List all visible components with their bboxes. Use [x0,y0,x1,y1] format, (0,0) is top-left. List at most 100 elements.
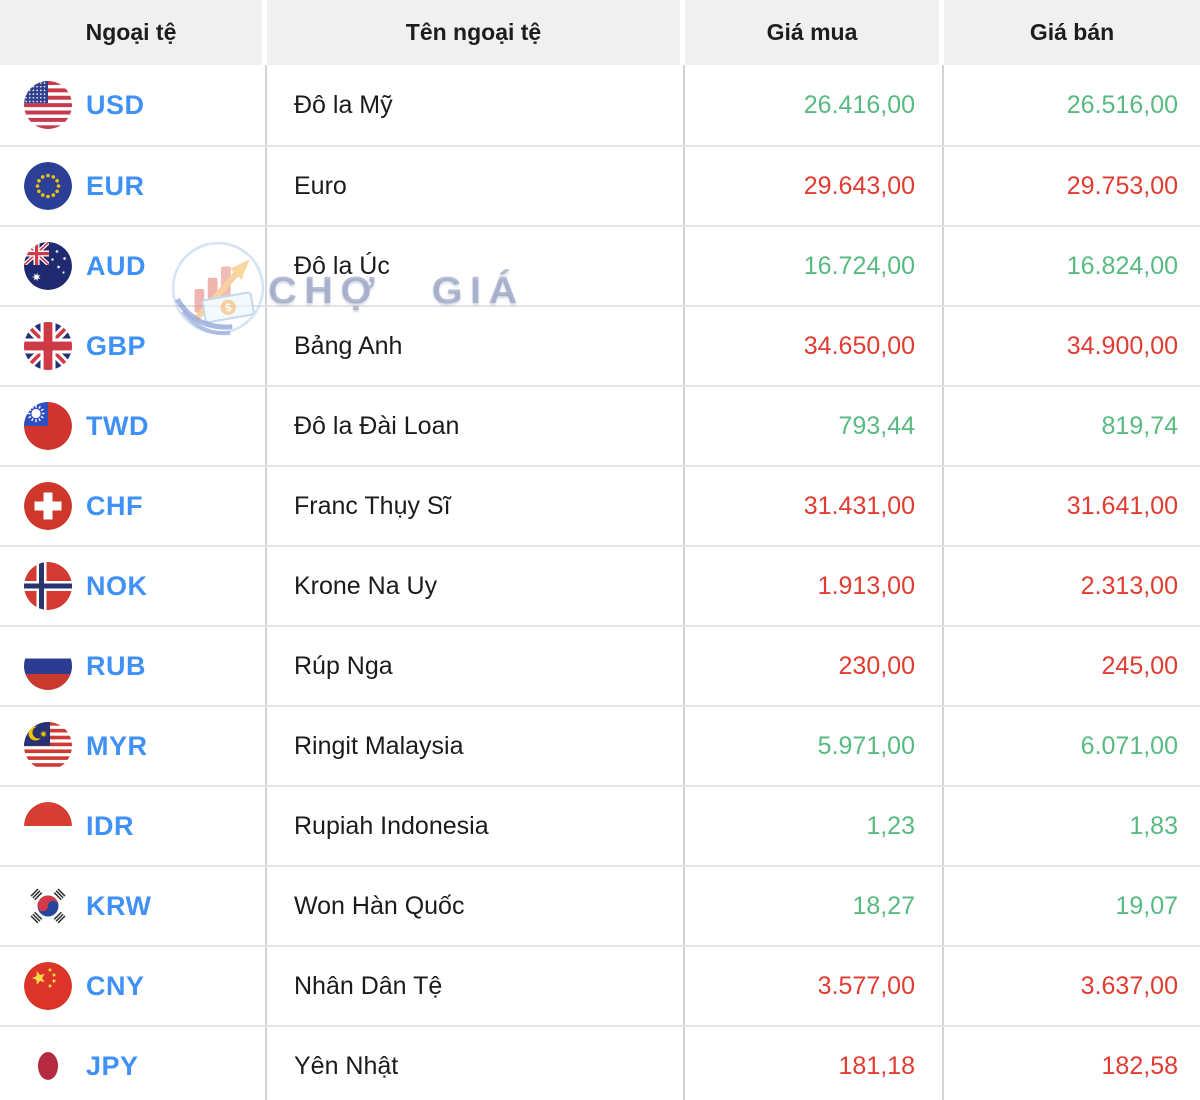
currency-code: JPY [86,1050,139,1081]
currency-cell: EUR [0,147,267,225]
sell-price: 29.753,00 [1066,171,1178,200]
sell-price-cell: 31.641,00 [944,467,1200,545]
buy-price-cell: 793,44 [685,387,944,465]
buy-price-cell: 18,27 [685,867,944,945]
currency-name: Bảng Anh [294,331,403,360]
currency-row[interactable]: CHF Franc Thụy Sĩ 31.431,00 31.641,00 [0,465,1200,545]
header-sell-price: Giá bán [944,0,1200,65]
currency-row[interactable]: MYR Ringit Malaysia 5.971,00 6.071,00 [0,705,1200,785]
buy-price-cell: 5.971,00 [685,707,944,785]
sell-price: 16.824,00 [1066,251,1178,280]
buy-price: 5.971,00 [817,731,915,760]
sell-price: 34.900,00 [1066,331,1178,360]
sell-price: 19,07 [1115,891,1178,920]
currency-name: Nhân Dân Tệ [294,971,443,1000]
currency-code: USD [86,89,145,120]
indonesia-flag-icon [24,802,72,850]
currency-cell: RUB [0,627,267,705]
currency-cell: GBP [0,307,267,385]
sell-price-cell: 19,07 [944,867,1200,945]
buy-price: 1.913,00 [817,571,915,600]
currency-row[interactable]: TWD Đô la Đài Loan 793,44 819,74 [0,385,1200,465]
buy-price-cell: 34.650,00 [685,307,944,385]
currency-code: EUR [86,170,145,201]
sell-price: 31.641,00 [1066,491,1178,520]
currency-row[interactable]: GBP Bảng Anh 34.650,00 34.900,00 [0,305,1200,385]
currency-name-cell: Bảng Anh [267,307,685,385]
sell-price: 2.313,00 [1080,571,1178,600]
currency-code: CHF [86,490,143,521]
sell-price-cell: 1,83 [944,787,1200,865]
currency-row[interactable]: KRW Won Hàn Quốc 18,27 19,07 [0,865,1200,945]
sell-price: 1,83 [1129,811,1178,840]
currency-name-cell: Franc Thụy Sĩ [267,467,685,545]
currency-name: Yên Nhật [294,1051,399,1080]
currency-code: KRW [86,890,152,921]
south-korea-flag-icon [24,882,72,930]
currency-row[interactable]: USD Đô la Mỹ 26.416,00 26.516,00 [0,65,1200,145]
buy-price-cell: 1.913,00 [685,547,944,625]
currency-name-cell: Euro [267,147,685,225]
sell-price-cell: 16.824,00 [944,227,1200,305]
currency-name: Krone Na Uy [294,571,438,600]
currency-name: Franc Thụy Sĩ [294,491,451,520]
currency-name-cell: Rupiah Indonesia [267,787,685,865]
currency-code: GBP [86,330,147,361]
currency-code: NOK [86,570,148,601]
buy-price: 181,18 [838,1051,915,1080]
currency-name-cell: Yên Nhật [267,1027,685,1100]
currency-code: IDR [86,810,134,841]
currency-row[interactable]: EUR Euro 29.643,00 29.753,00 [0,145,1200,225]
currency-row[interactable]: AUD Đô la Úc 16.724,00 16.824,00 [0,225,1200,305]
currency-cell: USD [0,65,267,145]
currency-row[interactable]: JPY Yên Nhật 181,18 182,58 [0,1025,1200,1100]
exchange-rate-table: USD Đô la Mỹ 26.416,00 26.516,00 EUR Eur… [0,65,1200,1100]
header-buy-price: Giá mua [685,0,944,65]
currency-row[interactable]: RUB Rúp Nga 230,00 245,00 [0,625,1200,705]
currency-name: Đô la Úc [294,251,390,280]
buy-price: 1,23 [866,811,915,840]
sell-price-cell: 182,58 [944,1027,1200,1100]
sell-price-cell: 29.753,00 [944,147,1200,225]
currency-cell: TWD [0,387,267,465]
currency-name: Đô la Mỹ [294,90,393,119]
currency-name-cell: Nhân Dân Tệ [267,947,685,1025]
uk-flag-icon [24,322,72,370]
currency-row[interactable]: IDR Rupiah Indonesia 1,23 1,83 [0,785,1200,865]
currency-name-cell: Đô la Mỹ [267,65,685,145]
sell-price-cell: 6.071,00 [944,707,1200,785]
currency-name: Ringit Malaysia [294,731,464,760]
currency-cell: AUD [0,227,267,305]
header-currency: Ngoại tệ [0,0,267,65]
currency-cell: CNY [0,947,267,1025]
buy-price-cell: 29.643,00 [685,147,944,225]
currency-name: Rupiah Indonesia [294,811,489,840]
buy-price-cell: 1,23 [685,787,944,865]
currency-code: TWD [86,410,149,441]
buy-price-cell: 230,00 [685,627,944,705]
buy-price-cell: 181,18 [685,1027,944,1100]
currency-cell: CHF [0,467,267,545]
buy-price: 230,00 [838,651,915,680]
currency-code: MYR [86,730,148,761]
buy-price-cell: 3.577,00 [685,947,944,1025]
currency-name-cell: Krone Na Uy [267,547,685,625]
sell-price: 6.071,00 [1080,731,1178,760]
buy-price: 26.416,00 [803,90,915,119]
currency-name-cell: Rúp Nga [267,627,685,705]
currency-name-cell: Đô la Đài Loan [267,387,685,465]
australia-flag-icon [24,242,72,290]
currency-cell: KRW [0,867,267,945]
japan-flag-icon [24,1042,72,1090]
switzerland-flag-icon [24,482,72,530]
currency-cell: IDR [0,787,267,865]
sell-price-cell: 3.637,00 [944,947,1200,1025]
currency-name: Đô la Đài Loan [294,411,460,440]
currency-row[interactable]: CNY Nhân Dân Tệ 3.577,00 3.637,00 [0,945,1200,1025]
malaysia-flag-icon [24,722,72,770]
currency-row[interactable]: NOK Krone Na Uy 1.913,00 2.313,00 [0,545,1200,625]
buy-price: 31.431,00 [803,491,915,520]
sell-price: 26.516,00 [1066,90,1178,119]
sell-price-cell: 245,00 [944,627,1200,705]
buy-price: 3.577,00 [817,971,915,1000]
